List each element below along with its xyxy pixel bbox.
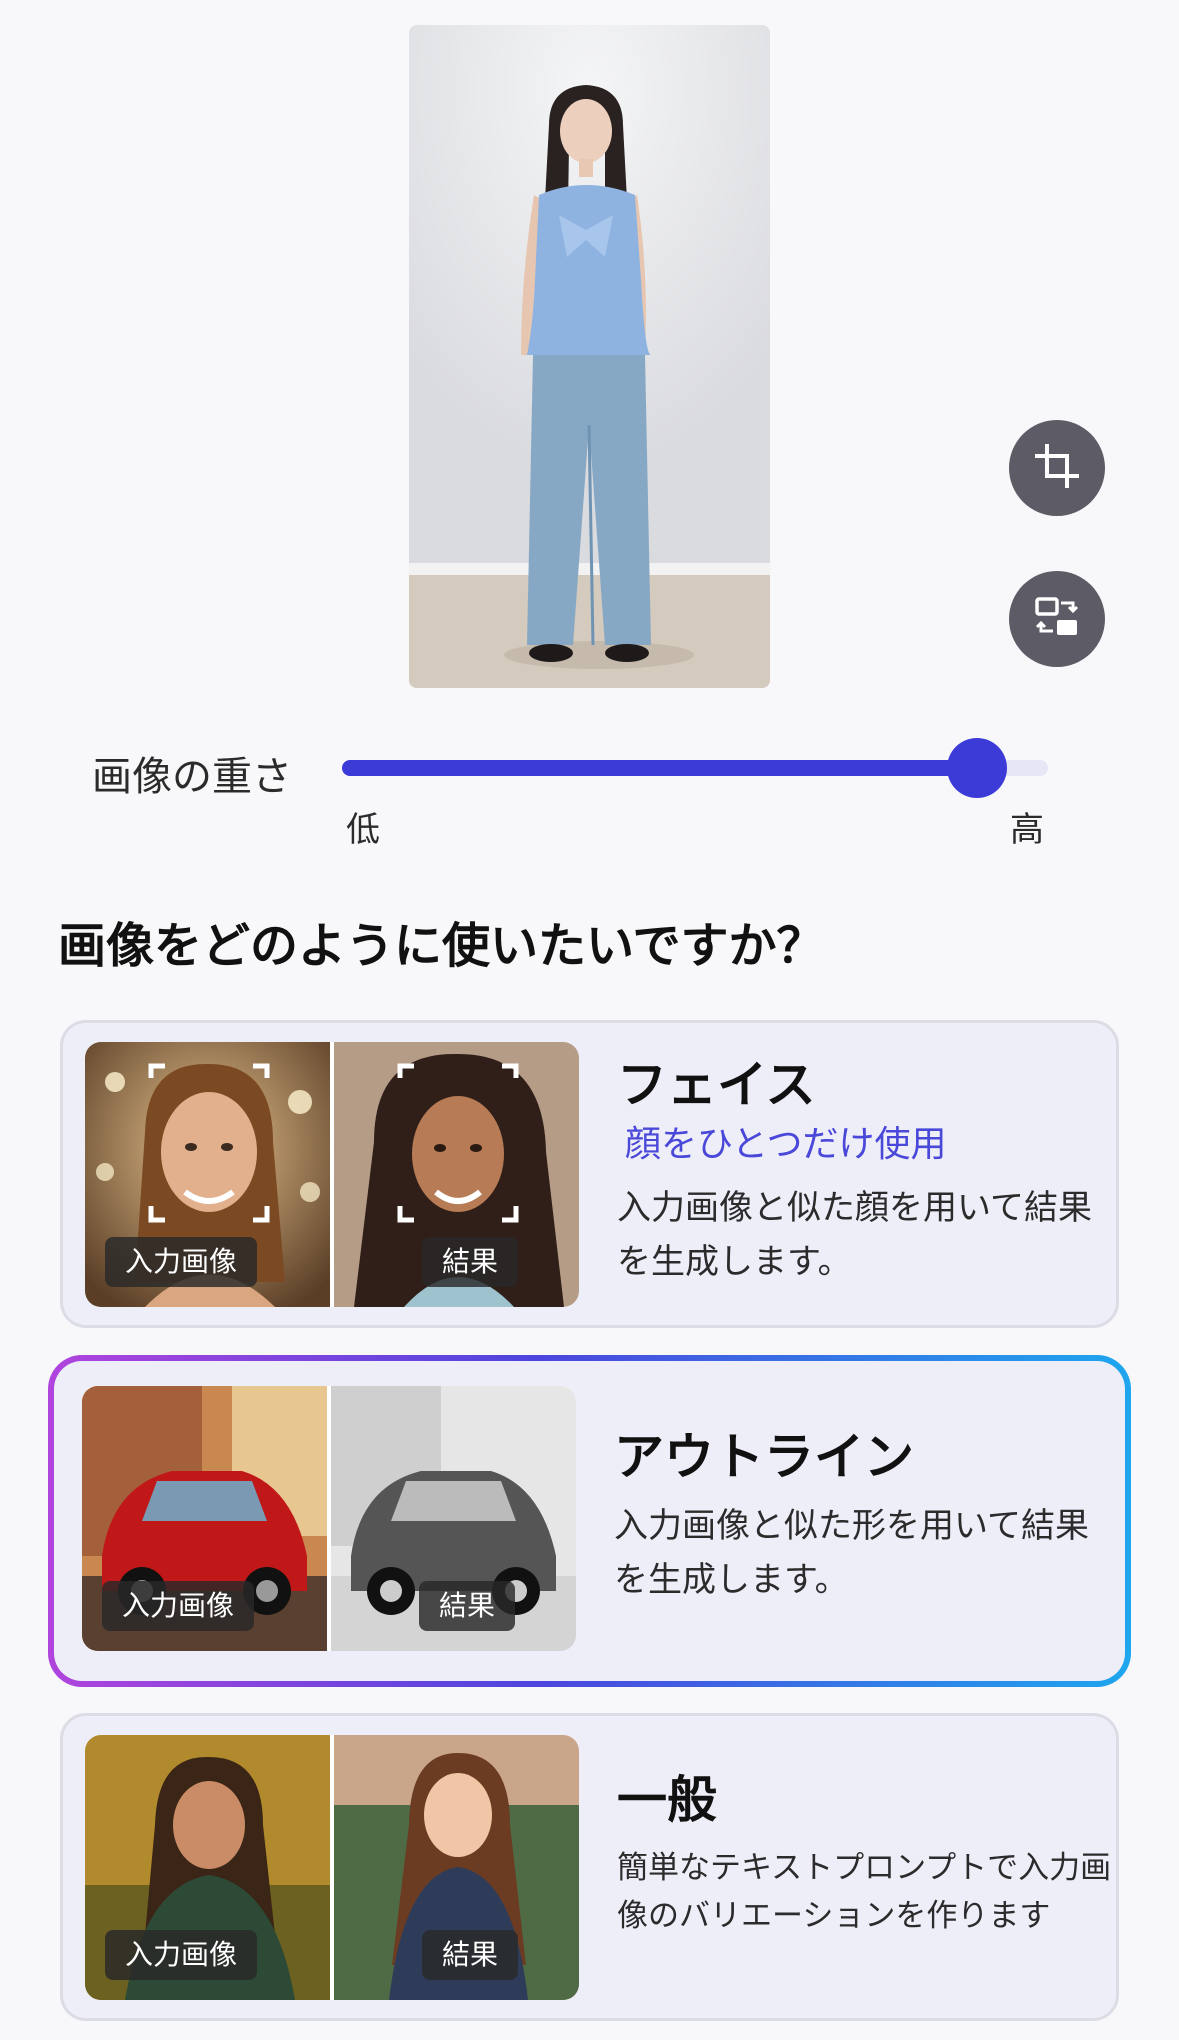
input-example-image: 入力画像: [85, 1042, 330, 1307]
preview-image[interactable]: [409, 25, 770, 688]
result-example-image: 結果: [331, 1386, 576, 1651]
slider-fill: [342, 760, 978, 776]
option-outline-card[interactable]: 入力画像 結果 アウトライン 入力画像と似た形を用いて結果を生成します。: [48, 1355, 1131, 1687]
swap-image-button[interactable]: [1009, 571, 1105, 667]
input-image-tag: 入力画像: [102, 1581, 255, 1631]
result-image-tag: 結果: [419, 1581, 516, 1631]
swap-image-icon: [1033, 593, 1081, 645]
slider-thumb[interactable]: [947, 738, 1008, 798]
input-image-tag: 入力画像: [105, 1930, 258, 1980]
option-face-title: フェイス: [617, 1056, 816, 1114]
slider-low-label: 低: [346, 810, 380, 850]
crop-button[interactable]: [1009, 420, 1105, 516]
result-example-image: 結果: [334, 1042, 579, 1307]
input-image-tag: 入力画像: [105, 1237, 258, 1287]
usage-question-heading: 画像をどのように使いたいですか？: [58, 918, 825, 974]
slider-high-label: 高: [1010, 810, 1044, 850]
result-example-image: 結果: [334, 1735, 579, 2000]
image-weight-label: 画像の重さ: [92, 754, 292, 800]
option-outline-description: 入力画像と似た形を用いて結果を生成します。: [614, 1506, 1089, 1600]
result-image-tag: 結果: [422, 1237, 519, 1287]
option-general-title: 一般: [617, 1771, 717, 1829]
example-images: 入力画像 結果: [85, 1735, 579, 2000]
input-example-image: 入力画像: [82, 1386, 327, 1651]
crop-icon: [1033, 442, 1081, 494]
input-example-image: 入力画像: [85, 1735, 330, 2000]
example-images: 入力画像 結果: [82, 1386, 576, 1651]
option-face-description: 入力画像と似た顔を用いて結果を生成します。: [617, 1188, 1092, 1282]
option-general-card[interactable]: 入力画像 結果 一般 簡単なテキストプロンプトで入力画像のバリエーションを作りま…: [60, 1713, 1119, 2021]
example-images: 入力画像 結果: [85, 1042, 579, 1307]
option-general-description: 簡単なテキストプロンプトで入力画像のバリエーションを作ります: [617, 1850, 1112, 1934]
image-weight-slider[interactable]: [342, 738, 1048, 798]
option-face-subtitle: 顔をひとつだけ使用: [625, 1124, 947, 1165]
result-image-tag: 結果: [422, 1930, 519, 1980]
option-outline-title: アウトライン: [614, 1428, 914, 1486]
option-face-card[interactable]: 入力画像 結果 フェイス 顔をひとつだけ使用 入力画像と似た顔を用いて結果を生成…: [60, 1020, 1119, 1328]
